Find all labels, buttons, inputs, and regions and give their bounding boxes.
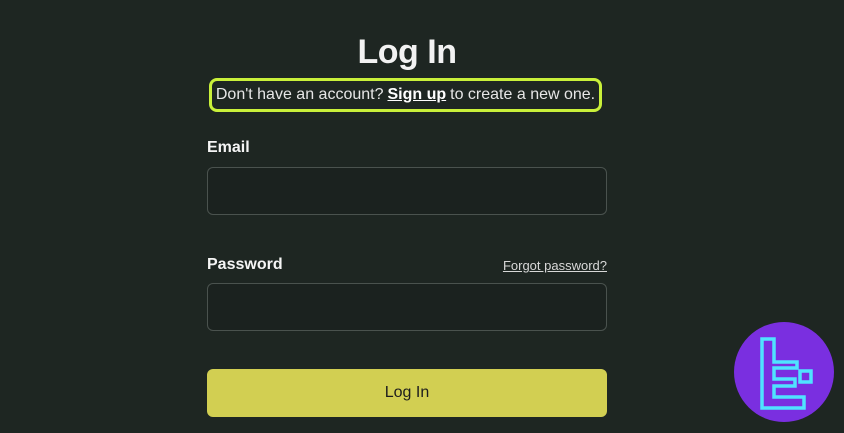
signup-hint-prefix: Don't have an account? xyxy=(215,86,384,103)
signup-hint: Don't have an account? Sign up to create… xyxy=(209,78,602,112)
login-button[interactable]: Log In xyxy=(207,369,607,417)
password-field[interactable] xyxy=(207,283,607,331)
email-label: Email xyxy=(207,139,250,156)
forgot-password-link[interactable]: Forgot password? xyxy=(503,258,607,273)
signup-hint-suffix: to create a new one. xyxy=(450,86,596,103)
brand-logo-icon xyxy=(734,322,834,422)
password-label: Password xyxy=(207,256,283,273)
sign-up-link[interactable]: Sign up xyxy=(387,86,446,104)
email-field[interactable] xyxy=(207,167,607,215)
brand-logo-mark xyxy=(760,337,813,410)
page-title: Log In xyxy=(357,33,457,71)
